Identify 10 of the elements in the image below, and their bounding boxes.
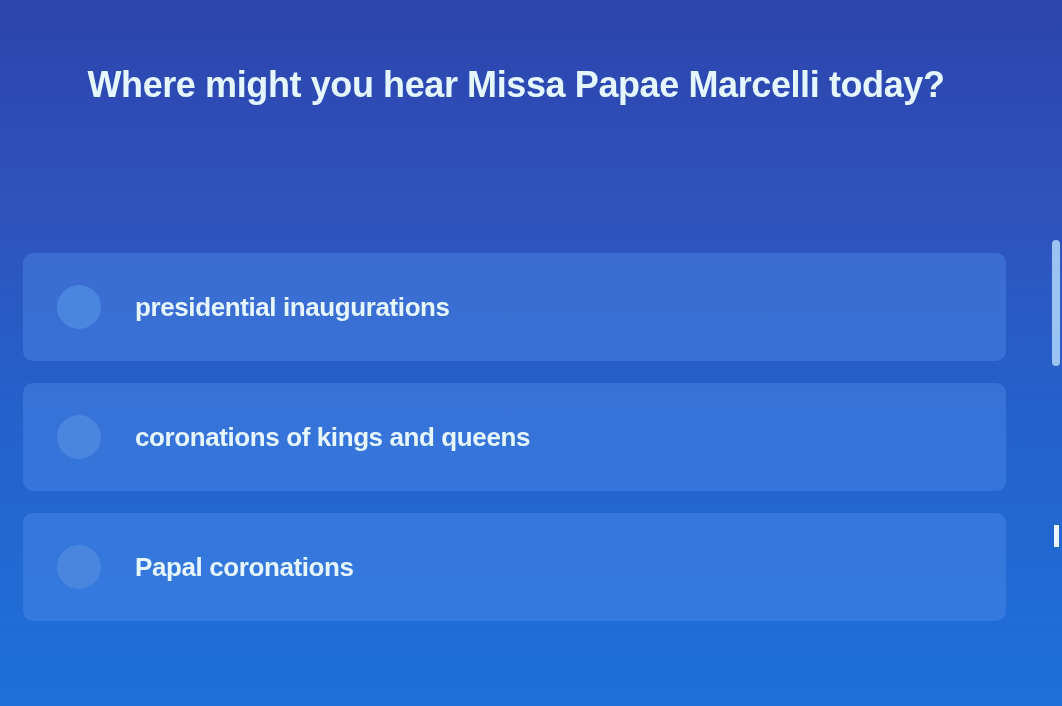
option-label: Papal coronations (135, 551, 354, 583)
scrollbar-thumb[interactable] (1052, 240, 1060, 366)
text-cursor-icon (1054, 525, 1059, 547)
question-text: Where might you hear Missa Papae Marcelli today? (86, 64, 946, 106)
answer-option[interactable]: coronations of kings and queens (23, 383, 1006, 491)
answer-option[interactable]: presidential inaugurations (23, 253, 1006, 361)
answer-option[interactable]: Papal coronations (23, 513, 1006, 621)
radio-icon (57, 285, 101, 329)
option-label: presidential inaugurations (135, 291, 450, 323)
option-label: coronations of kings and queens (135, 421, 530, 453)
